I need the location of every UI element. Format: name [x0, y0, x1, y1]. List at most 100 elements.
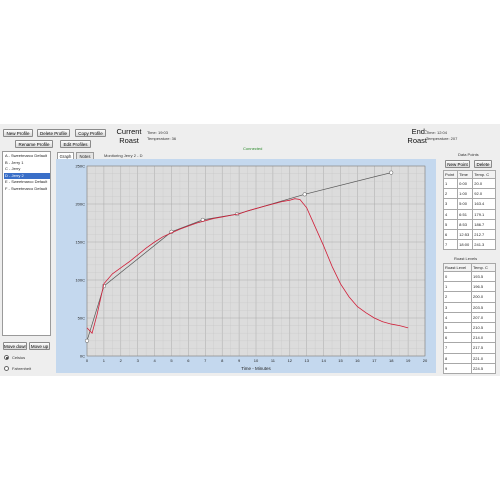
table-row[interactable]: 1 196.5: [442, 281, 496, 293]
table-cell[interactable]: 214.0: [471, 332, 496, 344]
end-roast-temperature: Temperature: 207: [426, 136, 458, 141]
table-cell[interactable]: 1: [442, 177, 459, 190]
table-cell[interactable]: 196.5: [471, 281, 496, 293]
table-cell[interactable]: 6: [442, 332, 473, 344]
table-cell[interactable]: 221.0: [471, 352, 496, 364]
table-cell[interactable]: 12:53: [457, 228, 474, 241]
table-cell[interactable]: 241.3: [472, 239, 496, 251]
table-row[interactable]: 5 8:53 186.7: [442, 218, 496, 230]
table-row[interactable]: 0 193.5: [442, 270, 496, 283]
edit-profiles-button[interactable]: Edit Profiles: [60, 140, 91, 148]
table-cell[interactable]: 8: [442, 352, 473, 364]
table-cell[interactable]: 186.7: [472, 218, 496, 230]
table-cell[interactable]: 2: [442, 188, 459, 200]
table-cell[interactable]: 179.1: [472, 208, 496, 220]
table-cell[interactable]: 7: [442, 342, 473, 354]
delete-profile-button[interactable]: Delete Profile: [37, 129, 70, 137]
fahrenheit-radio[interactable]: [4, 366, 9, 371]
radio-selected-dot: [6, 357, 8, 359]
table-cell[interactable]: 1:00: [457, 188, 474, 200]
column-header[interactable]: Temp. C: [471, 263, 496, 272]
table-row[interactable]: 4 207.0: [442, 311, 496, 323]
table-cell[interactable]: 18:00: [457, 239, 474, 251]
table-row[interactable]: 2 200.0: [442, 291, 496, 303]
y-tick-label: 150C: [75, 240, 85, 245]
table-row[interactable]: 2 1:00 92.0: [442, 188, 496, 200]
profile-list-item[interactable]: C - Jerry: [4, 166, 50, 172]
table-cell[interactable]: 7: [442, 239, 459, 251]
new-profile-button[interactable]: New Profile: [3, 129, 33, 137]
table-cell[interactable]: 212.7: [472, 228, 496, 241]
column-header[interactable]: Roast Level: [442, 263, 473, 272]
table-row[interactable]: 1 0:00 20.0: [442, 177, 496, 190]
tab-graph[interactable]: Graph: [57, 152, 74, 159]
tab-notes[interactable]: Notes: [76, 152, 94, 159]
data-points-table[interactable]: Point Time Temp. C 1 0:00 20.0 2 1:00 92.0 3 5:00 1…: [442, 170, 496, 251]
table-cell[interactable]: 193.5: [471, 270, 496, 283]
profile-list-item[interactable]: F - Sweetmarco Default: [4, 186, 50, 192]
roast-levels-title: Roast Levels: [454, 256, 478, 261]
x-tick-label: 13: [304, 358, 309, 363]
table-row[interactable]: 4 6:51 179.1: [442, 208, 496, 220]
end-roast-heading: End: Roast: [399, 127, 427, 145]
profile-list-item[interactable]: A - Sweetmarco Default: [4, 153, 50, 159]
table-row[interactable]: 8 221.0: [442, 352, 496, 364]
x-tick-label: 18: [389, 358, 394, 363]
table-cell[interactable]: 224.5: [471, 362, 496, 374]
table-cell[interactable]: 4: [442, 208, 459, 220]
table-cell[interactable]: 5:00: [457, 198, 474, 210]
table-cell[interactable]: 207.0: [471, 311, 496, 323]
delete-point-button[interactable]: Delete: [474, 160, 492, 168]
table-cell[interactable]: 2: [442, 291, 473, 303]
table-row[interactable]: 3 203.5: [442, 301, 496, 313]
table-row[interactable]: 7 217.5: [442, 342, 496, 354]
table-cell[interactable]: 163.4: [472, 198, 496, 210]
table-cell[interactable]: 0: [442, 270, 473, 283]
profile-list[interactable]: A - Sweetmarco Default B - Jerry 1C - Jer…: [2, 151, 51, 336]
table-cell[interactable]: 5: [442, 321, 473, 334]
table-cell[interactable]: 0:00: [457, 177, 474, 190]
rename-profile-button[interactable]: Rename Profile: [15, 140, 53, 148]
data-point-marker[interactable]: [302, 192, 307, 197]
column-header[interactable]: Time: [457, 170, 474, 179]
table-cell[interactable]: 92.0: [472, 188, 496, 200]
table-cell[interactable]: 8:53: [457, 218, 474, 230]
column-header[interactable]: Temp. C: [472, 170, 496, 179]
move-up-button[interactable]: Move up: [29, 342, 50, 350]
table-cell[interactable]: 20.0: [472, 177, 496, 190]
table-cell[interactable]: 200.0: [471, 291, 496, 303]
table-cell[interactable]: 1: [442, 281, 473, 293]
x-tick-label: 19: [406, 358, 411, 363]
table-cell[interactable]: 5: [442, 218, 459, 230]
table-cell[interactable]: 3: [442, 198, 459, 210]
data-point-marker[interactable]: [389, 170, 394, 175]
table-cell[interactable]: 210.5: [471, 321, 496, 334]
table-cell[interactable]: 4: [442, 311, 473, 323]
table-header-row: Roast Level Temp. C: [442, 263, 496, 272]
table-cell[interactable]: 9: [442, 362, 473, 374]
table-row[interactable]: 6 12:53 212.7: [442, 228, 496, 241]
data-points-title: Data Points: [458, 152, 479, 157]
table-cell[interactable]: 6: [442, 228, 459, 241]
table-row[interactable]: 6 214.0: [442, 332, 496, 344]
table-cell[interactable]: 3: [442, 301, 473, 313]
table-cell[interactable]: 6:51: [457, 208, 474, 220]
new-point-button[interactable]: New Point: [445, 160, 470, 168]
profile-list-item[interactable]: D - Jerry 2: [4, 172, 50, 179]
table-row[interactable]: 7 18:00 241.3: [442, 239, 496, 251]
table-cell[interactable]: 217.5: [471, 342, 496, 354]
profile-list-item[interactable]: E - Sweetmarco Default: [4, 179, 50, 185]
table-row[interactable]: 9 224.5: [442, 362, 496, 374]
move-down-button[interactable]: Move down: [3, 342, 27, 350]
column-header[interactable]: Point: [442, 170, 459, 179]
celsius-label: Celsius: [12, 355, 26, 360]
table-cell[interactable]: 203.5: [471, 301, 496, 313]
table-row[interactable]: 5 210.5: [442, 321, 496, 334]
table-row[interactable]: 3 5:00 163.4: [442, 198, 496, 210]
profile-list-item[interactable]: B - Jerry 1: [4, 160, 50, 166]
data-point-marker[interactable]: [84, 338, 90, 343]
celsius-radio[interactable]: [4, 355, 9, 360]
y-tick-label: 250C: [75, 164, 85, 169]
copy-profile-button[interactable]: Copy Profile: [75, 129, 106, 137]
roast-levels-table[interactable]: Roast Level Temp. C 0 193.5 1 196.5 2 200.0 3 203…: [442, 263, 496, 374]
